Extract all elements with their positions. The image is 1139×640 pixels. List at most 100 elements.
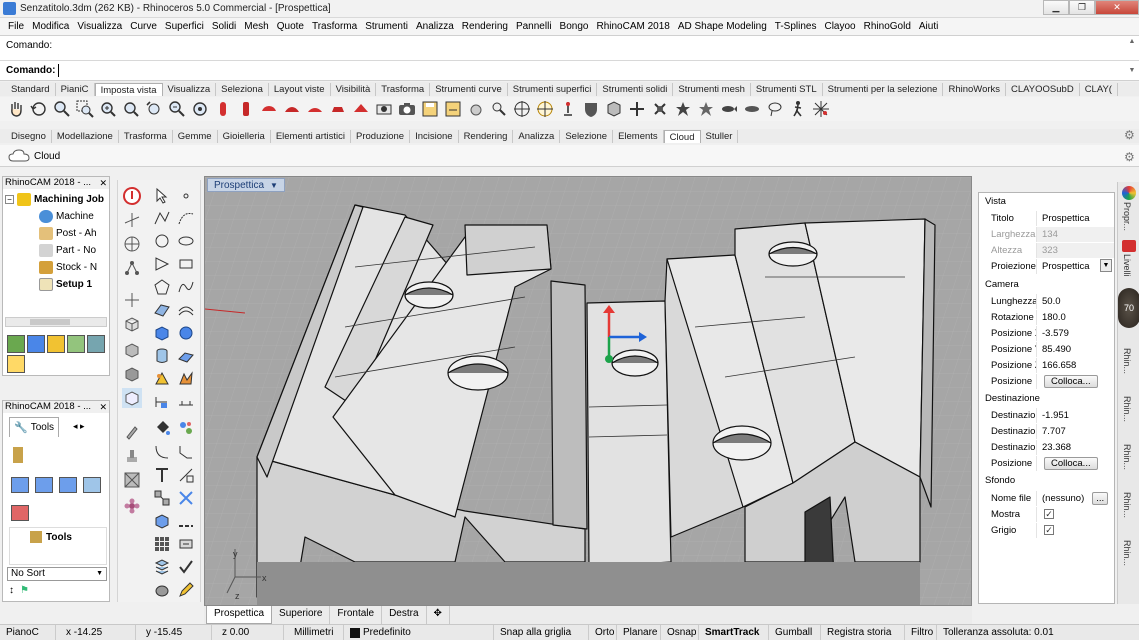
layer-stack-icon[interactable] — [152, 557, 172, 577]
tree-item-part[interactable]: Part - No — [39, 244, 96, 257]
pencil-icon[interactable] — [176, 580, 196, 600]
star-icon[interactable] — [673, 99, 693, 119]
status-snap-grid[interactable]: Snap alla griglia — [494, 624, 589, 640]
car-red2-icon[interactable] — [282, 99, 302, 119]
tab-strumenti-stl[interactable]: Strumenti STL — [751, 83, 823, 96]
menu-rhinogold[interactable]: RhinoGold — [860, 21, 915, 32]
color-dots-icon[interactable] — [176, 418, 196, 438]
zoom-icon[interactable] — [52, 99, 72, 119]
walk-icon[interactable] — [788, 99, 808, 119]
flat-mill-icon[interactable] — [11, 477, 29, 493]
tool-library-icon[interactable] — [11, 505, 29, 521]
chevron-down-icon[interactable]: ▼ — [1100, 259, 1112, 272]
menu-pannelli[interactable]: Pannelli — [512, 21, 556, 32]
tab-clayoo[interactable]: CLAY( — [1080, 83, 1118, 96]
regenerate-icon[interactable] — [87, 335, 105, 353]
axes-icon[interactable] — [122, 290, 142, 310]
extrude-icon[interactable] — [176, 346, 196, 366]
menu-file[interactable]: File — [4, 21, 28, 32]
box-view-icon[interactable] — [604, 99, 624, 119]
tap-icon[interactable] — [83, 477, 101, 493]
car-red5-icon[interactable] — [351, 99, 371, 119]
zoom-target-icon[interactable] — [190, 99, 210, 119]
tab-rendering[interactable]: Rendering — [459, 130, 514, 143]
tool-holder-icon[interactable] — [13, 447, 23, 463]
dimension-icon[interactable] — [152, 392, 172, 412]
tab-visualizza[interactable]: Visualizza — [163, 83, 217, 96]
status-layer[interactable]: Predefinito — [344, 624, 494, 640]
tab-pianic[interactable]: PianiC — [56, 83, 95, 96]
tab-rhino-2[interactable]: Rhin... — [1122, 396, 1132, 422]
tab-strumenti-selezione[interactable]: Strumenti per la selezione — [823, 83, 944, 96]
globe-icon[interactable] — [122, 234, 142, 254]
status-filtro[interactable]: Filtro — [905, 624, 937, 640]
tab-rhino-4[interactable]: Rhin... — [1122, 492, 1132, 518]
tab-standard[interactable]: Standard — [6, 83, 56, 96]
sparkle-icon[interactable] — [811, 99, 831, 119]
tab-produzione[interactable]: Produzione — [351, 130, 411, 143]
maximize-button[interactable]: ❐ — [1069, 0, 1095, 15]
rectangle-icon[interactable] — [176, 254, 196, 274]
prop-posizione-z[interactable]: Posizione Z 166.658 — [979, 357, 1114, 373]
vptab-frontale[interactable]: Frontale — [330, 606, 383, 624]
layers-icon[interactable] — [1122, 240, 1136, 252]
shield-crest-icon[interactable] — [581, 99, 601, 119]
toolpath-icon[interactable] — [27, 335, 45, 353]
menu-rendering[interactable]: Rendering — [458, 21, 512, 32]
menu-curve[interactable]: Curve — [126, 21, 161, 32]
tab-rhino-1[interactable]: Rhin... — [1122, 348, 1132, 374]
menu-aiuti[interactable]: Aiuti — [915, 21, 942, 32]
car-red4-icon[interactable] — [328, 99, 348, 119]
status-osnap[interactable]: Osnap — [661, 624, 699, 640]
tree-item-post[interactable]: Post - Ah — [39, 227, 97, 240]
status-planare[interactable]: Planare — [617, 624, 661, 640]
explode-icon[interactable] — [176, 488, 196, 508]
tab-livelli[interactable]: Livelli — [1122, 254, 1132, 277]
filter-icon[interactable]: ⚑ — [20, 585, 29, 596]
tab-rhinoworks[interactable]: RhinoWorks — [943, 83, 1007, 96]
paint-bucket-icon[interactable] — [152, 418, 172, 438]
polygon-icon[interactable] — [152, 277, 172, 297]
menu-analizza[interactable]: Analizza — [412, 21, 458, 32]
magnifier-icon[interactable] — [489, 99, 509, 119]
sphere-icon[interactable] — [466, 99, 486, 119]
machining-op-icon[interactable] — [7, 335, 25, 353]
box-solid-icon[interactable] — [152, 323, 172, 343]
vptab-superiore[interactable]: Superiore — [272, 606, 331, 624]
pan-hand-icon[interactable] — [6, 99, 26, 119]
fish-icon[interactable] — [719, 99, 739, 119]
menu-rhinocam[interactable]: RhinoCAM 2018 — [592, 21, 673, 32]
tab-selezione[interactable]: Selezione — [560, 130, 614, 143]
browse-file-button[interactable]: ... — [1092, 491, 1109, 505]
status-units[interactable]: Millimetri — [284, 624, 344, 640]
viewport-title[interactable]: Prospettica ▼ — [207, 178, 285, 192]
prop-destinazione-y[interactable]: Destinazion...7.707 — [979, 423, 1114, 439]
car-red-icon[interactable] — [259, 99, 279, 119]
chamfer-icon[interactable] — [176, 442, 196, 462]
cube-wire-icon[interactable] — [122, 314, 142, 334]
shell-icon[interactable] — [152, 511, 172, 531]
cloud-button[interactable]: Cloud — [8, 149, 60, 163]
properties-color-icon[interactable] — [1122, 186, 1136, 200]
orient-icon[interactable] — [176, 534, 196, 554]
rotate-view-icon[interactable] — [29, 99, 49, 119]
tab-proprieta[interactable]: Propr... — [1122, 202, 1132, 231]
tab-clayoosubd[interactable]: CLAYOOSubD — [1006, 83, 1080, 96]
grid-array-icon[interactable] — [152, 534, 172, 554]
curve-points-icon[interactable] — [176, 208, 196, 228]
target-icon[interactable] — [512, 99, 532, 119]
undo-view-icon[interactable] — [144, 99, 164, 119]
tab-seleziona[interactable]: Seleziona — [216, 83, 269, 96]
brush-icon[interactable] — [122, 422, 142, 442]
select-arrow-icon[interactable] — [152, 186, 172, 206]
zoom-extents-icon[interactable] — [98, 99, 118, 119]
prop-rotazione[interactable]: Rotazione 180.0 — [979, 309, 1114, 325]
trim-icon[interactable] — [152, 465, 172, 485]
tree-item-setup[interactable]: Setup 1 — [39, 278, 92, 291]
tab-trasforma-2[interactable]: Trasforma — [119, 130, 173, 143]
sphere-solid-icon[interactable] — [176, 323, 196, 343]
menu-tsplines[interactable]: T-Splines — [771, 21, 821, 32]
menu-trasforma[interactable]: Trasforma — [308, 21, 361, 32]
perspective-viewport[interactable]: y x z Prospettica ▼ — [204, 176, 972, 606]
gizmo2-icon[interactable] — [650, 99, 670, 119]
